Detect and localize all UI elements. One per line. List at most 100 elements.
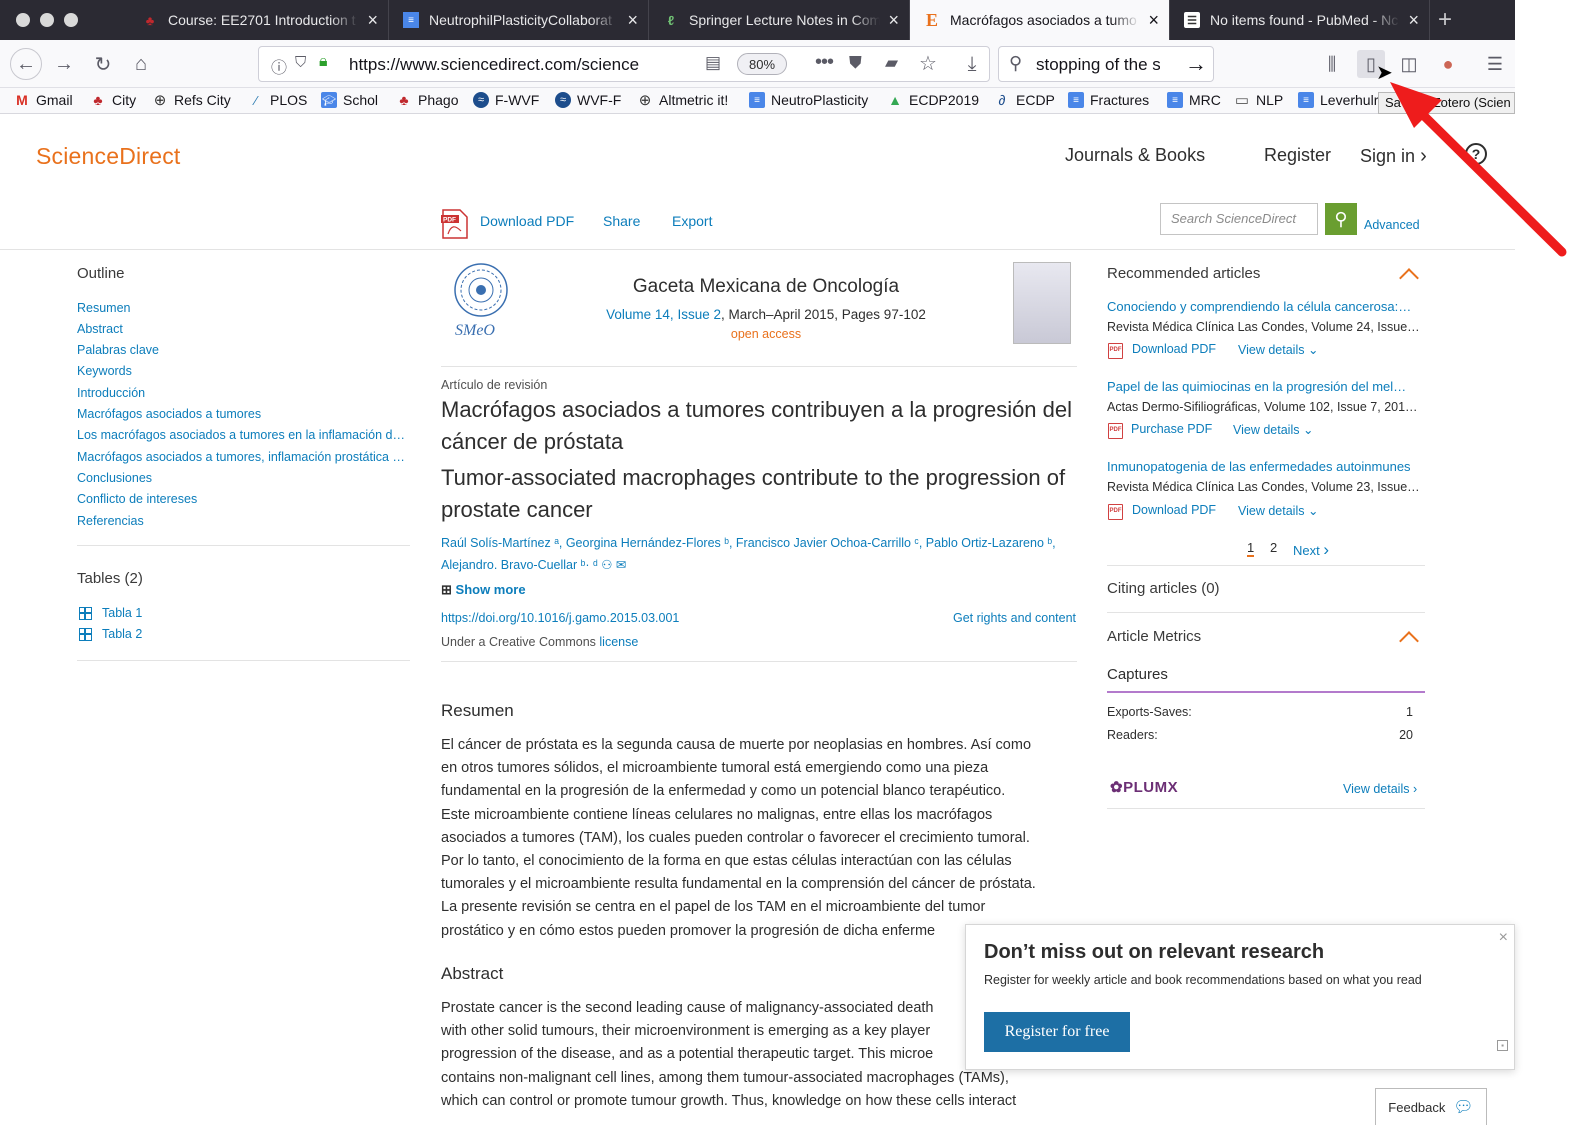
close-icon[interactable]: × (1148, 10, 1159, 31)
outline-item[interactable]: Referencias (77, 514, 144, 528)
show-more-button[interactable]: ⊞ Show more (441, 582, 526, 598)
bookmark-star-icon[interactable]: ☆ (919, 51, 937, 76)
search-bar[interactable]: ⚲ stopping of the sto → (998, 46, 1214, 82)
download-pdf-link[interactable]: Download PDF (1132, 503, 1216, 517)
outline-item[interactable]: Palabras clave (77, 343, 159, 357)
authors-line[interactable]: Raúl Solís-Martínez ᵃ, Georgina Hernánde… (441, 532, 1081, 554)
bookmark-f-wvf[interactable]: ≈ F-WVF (473, 92, 539, 108)
info-icon[interactable]: ⓘ (271, 54, 287, 78)
recommended-article-title[interactable]: Inmunopatogenia de las enfermedades auto… (1107, 459, 1425, 474)
sciencedirect-search-input[interactable]: Search ScienceDirect (1160, 203, 1318, 235)
download-pdf-link[interactable]: Download PDF (480, 213, 574, 229)
rights-link[interactable]: Get rights and content (953, 611, 1076, 625)
close-window-button[interactable] (16, 13, 30, 27)
url-bar[interactable]: ⓘ ⛉ 🔒︎ https://www.sciencedirect.com/sci… (258, 46, 990, 82)
journal-cover-image[interactable] (1013, 262, 1071, 344)
share-link[interactable]: Share (603, 213, 640, 229)
new-tab-button[interactable]: + (1438, 6, 1452, 34)
doi-link[interactable]: https://doi.org/10.1016/j.gamo.2015.03.0… (441, 611, 679, 625)
citing-articles-heading[interactable]: Citing articles (0) (1107, 580, 1220, 597)
forward-icon[interactable]: → (50, 50, 78, 78)
close-icon[interactable]: × (888, 10, 899, 31)
register-for-free-button[interactable]: Register for free (984, 1012, 1130, 1052)
recommended-article-title[interactable]: Conociendo y comprendiendo la célula can… (1107, 299, 1425, 314)
zoom-window-button[interactable] (64, 13, 78, 27)
feedback-button[interactable]: Feedback 💬︎ (1375, 1088, 1487, 1125)
screenshot-icon[interactable]: ▰ (885, 53, 898, 73)
page-1-button[interactable]: 1 (1247, 540, 1255, 557)
bookmark-fractures[interactable]: ≡ Fractures (1068, 92, 1149, 108)
bookmark-ecdp2019[interactable]: ▲ ECDP2019 (887, 92, 979, 108)
next-page-button[interactable]: Next › (1293, 540, 1329, 560)
reader-view-icon[interactable]: ▤ (705, 53, 721, 73)
go-arrow-icon[interactable]: → (1185, 51, 1207, 77)
zoom-level-badge[interactable]: 80% (737, 53, 787, 75)
recommended-article-title[interactable]: Papel de las quimiocinas en la progresió… (1107, 379, 1425, 394)
authors-line[interactable]: Alejandro. Bravo-Cuellar ᵇ· ᵈ ⚇ ✉ (441, 554, 1081, 576)
bookmark-city[interactable]: ♣ City (90, 92, 136, 108)
back-icon[interactable]: ← (10, 48, 42, 80)
chevron-up-icon[interactable] (1399, 268, 1419, 288)
popup-settings-icon[interactable]: ▪ (1497, 1040, 1508, 1051)
plumx-view-details-link[interactable]: View details › (1343, 782, 1417, 796)
outline-item[interactable]: Macrófagos asociados a tumores (77, 407, 261, 421)
tab-pubmed[interactable]: ☰ No items found - PubMed - Nc × (1170, 0, 1430, 40)
license-link[interactable]: license (599, 635, 638, 649)
bookmark-neutroplasticity[interactable]: ≡ NeutroPlasticity (749, 92, 868, 108)
table-link[interactable]: Tabla 2 (102, 627, 142, 641)
reload-icon[interactable]: ↻ (89, 50, 117, 78)
bookmark-wvf-f[interactable]: ≈ WVF-F (555, 92, 621, 108)
export-link[interactable]: Export (672, 213, 712, 229)
bookmark-leverhulme[interactable]: ≡ Leverhulr (1298, 92, 1378, 108)
download-icon[interactable]: ⤓ (958, 50, 986, 78)
minimize-window-button[interactable] (40, 13, 54, 27)
bookmark-gmail[interactable]: M Gmail (14, 92, 72, 108)
bookmark-refs-city[interactable]: ⊕ Refs City (152, 92, 231, 109)
chevron-up-icon[interactable] (1399, 631, 1419, 651)
close-icon[interactable]: × (1499, 929, 1508, 947)
pdf-icon[interactable]: PDF (441, 209, 469, 239)
bookmark-ecdp[interactable]: ∂ ECDP (994, 92, 1055, 108)
url-text[interactable]: https://www.sciencedirect.com/science (349, 55, 669, 75)
bookmark-nlp[interactable]: ▭ NLP (1234, 92, 1283, 109)
view-details-link[interactable]: View details ⌄ (1238, 342, 1318, 357)
bookmark-mrc[interactable]: ≡ MRC (1167, 92, 1221, 108)
tracking-shield-icon[interactable]: ⛉ (295, 54, 306, 71)
pocket-icon[interactable]: ⛊ (849, 53, 862, 73)
journal-title[interactable]: Gaceta Mexicana de Oncología (441, 276, 1091, 298)
view-details-link[interactable]: View details ⌄ (1238, 503, 1318, 518)
purchase-pdf-link[interactable]: Purchase PDF (1131, 422, 1212, 436)
journals-books-link[interactable]: Journals & Books (1065, 145, 1205, 166)
close-icon[interactable]: × (367, 10, 378, 31)
view-details-link[interactable]: View details ⌄ (1233, 422, 1313, 437)
outline-item[interactable]: Macrófagos asociados a tumores, inflamac… (77, 450, 405, 464)
search-query[interactable]: stopping of the sto (1036, 55, 1160, 75)
bookmark-phago[interactable]: ♣ Phago (396, 92, 458, 108)
download-pdf-link[interactable]: Download PDF (1132, 342, 1216, 356)
page-2-button[interactable]: 2 (1270, 540, 1277, 555)
tab-course[interactable]: ♣ Course: EE2701 Introduction t × (128, 0, 389, 40)
register-link[interactable]: Register (1264, 145, 1331, 166)
table-link[interactable]: Tabla 1 (102, 606, 142, 620)
outline-item[interactable]: Resumen (77, 301, 131, 315)
page-actions-icon[interactable]: ••• (815, 51, 834, 74)
outline-item[interactable]: Conclusiones (77, 471, 152, 485)
tab-macrofagos[interactable]: E Macrófagos asociados a tumo × (910, 0, 1170, 40)
tab-neutrophil[interactable]: ≡ NeutrophilPlasticityCollaborat × (389, 0, 649, 40)
close-icon[interactable]: × (627, 10, 638, 31)
library-icon[interactable]: ⫼ (1320, 52, 1344, 76)
plumx-logo[interactable]: ✿PLUMX (1110, 778, 1178, 796)
bookmark-schol[interactable]: 🎓︎ Schol (321, 92, 378, 108)
outline-item[interactable]: Keywords (77, 364, 132, 378)
bookmark-plos[interactable]: ⁄ PLOS (248, 92, 307, 108)
sciencedirect-logo[interactable]: ScienceDirect (36, 143, 181, 170)
bookmark-altmetric[interactable]: ⊕ Altmetric it! (637, 92, 729, 109)
search-submit-button[interactable]: ⚲ (1325, 203, 1357, 235)
outline-item[interactable]: Introducción (77, 386, 145, 400)
outline-item[interactable]: Abstract (77, 322, 123, 336)
home-icon[interactable]: ⌂ (127, 50, 155, 78)
outline-item[interactable]: Los macrófagos asociados a tumores en la… (77, 428, 405, 442)
outline-item[interactable]: Conflicto de intereses (77, 492, 197, 506)
volume-issue-link[interactable]: Volume 14, Issue 2 (606, 307, 721, 322)
tab-springer[interactable]: ℓ Springer Lecture Notes in Com × (649, 0, 910, 40)
